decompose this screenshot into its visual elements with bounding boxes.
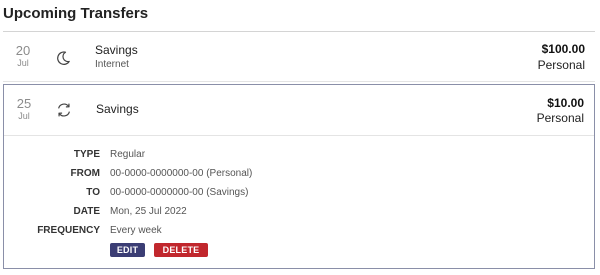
transfer-account: Personal [537,58,585,72]
page-title: Upcoming Transfers [3,5,149,22]
delete-button[interactable]: DELETE [154,243,208,257]
transfer-name: Savings [96,102,139,116]
transfer-account: Personal [536,111,584,125]
transfer-name: Savings [95,43,138,57]
moon-icon [54,49,72,67]
transfer-expanded-panel: 25 Jul Savings $10.00 Personal TYPE Regu… [3,84,595,269]
recurring-icon [55,101,73,119]
detail-label: FREQUENCY [37,225,100,236]
detail-row-from: FROM 00-0000-0000000-00 (Personal) [4,167,594,181]
transfer-amount: $100.00 [541,42,585,56]
transfer-day: 25 [16,96,32,111]
transfer-amount: $10.00 [547,96,584,110]
detail-label: FROM [70,168,100,179]
transfer-day: 20 [15,43,31,58]
detail-value: Regular [110,149,146,160]
detail-label: DATE [73,206,100,217]
transfer-subtitle: Internet [95,59,129,70]
detail-row-to: TO 00-0000-0000000-00 (Savings) [4,186,594,200]
detail-value: 00-0000-0000000-00 (Savings) [110,187,249,198]
transfer-month: Jul [18,111,30,121]
detail-label: TYPE [73,149,100,160]
detail-label: TO [86,187,100,198]
detail-value: Every week [110,225,162,236]
detail-row-type: TYPE Regular [4,148,594,162]
detail-value: Mon, 25 Jul 2022 [110,206,187,217]
transfer-date: 20 Jul [9,44,37,69]
edit-button[interactable]: EDIT [110,243,145,257]
transfer-row[interactable]: 20 Jul Savings Internet $100.00 Personal [3,32,595,82]
detail-value: 00-0000-0000000-00 (Personal) [110,168,253,179]
transfer-row[interactable]: 25 Jul Savings $10.00 Personal [4,85,594,136]
transfer-date: 25 Jul [10,97,38,122]
transfer-month: Jul [17,58,29,68]
detail-row-date: DATE Mon, 25 Jul 2022 [4,205,594,219]
detail-row-frequency: FREQUENCY Every week [4,224,594,238]
